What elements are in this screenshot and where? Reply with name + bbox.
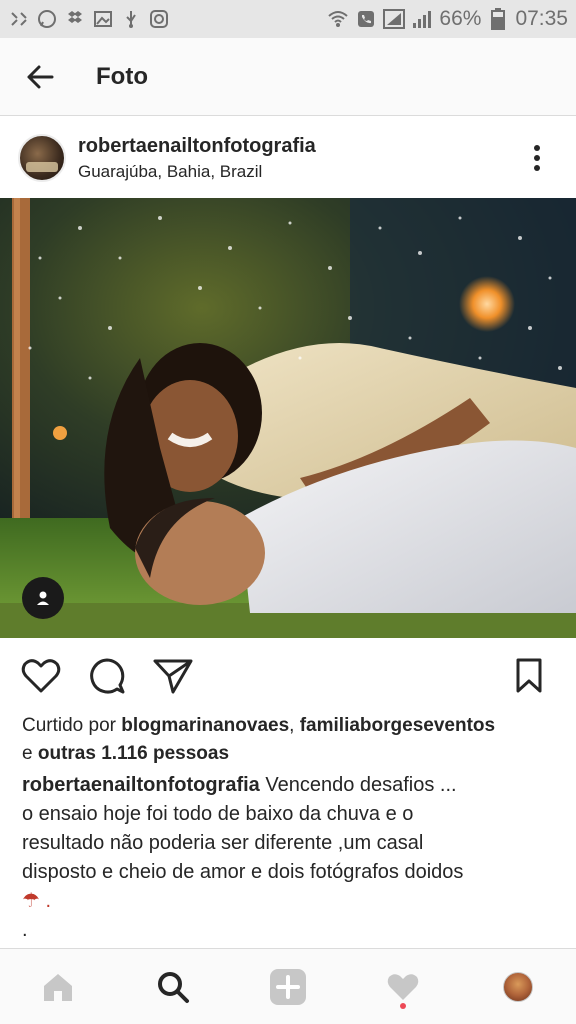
liker-link-2[interactable]: familiaborgeseventos — [300, 715, 495, 736]
likes-separator: , — [289, 715, 300, 736]
likes-prefix: Curtido por — [22, 715, 122, 736]
tagged-people-button[interactable] — [22, 577, 64, 619]
photo-illustration — [0, 198, 576, 638]
signal-box-icon — [383, 8, 406, 30]
location-link[interactable]: Guarajúba, Bahia, Brazil — [78, 162, 316, 182]
post-user-info: robertaenailtonfotografia Guarajúba, Bah… — [78, 135, 316, 182]
dropbox-icon — [64, 8, 86, 30]
system-status: 66% 07:35 — [327, 7, 568, 31]
nav-activity[interactable] — [373, 957, 433, 1017]
person-icon — [37, 591, 49, 605]
avatar[interactable] — [18, 134, 66, 182]
app-notification-icon — [8, 8, 30, 30]
call-icon — [355, 8, 377, 30]
more-options-button[interactable] — [512, 128, 562, 188]
likes-summary: Curtido por blogmarinanovaes, familiabor… — [22, 712, 562, 768]
caption-line-4: disposto e cheio de amor e dois fotógraf… — [22, 861, 464, 883]
caption-line-6: . — [22, 919, 28, 941]
caption-line-3: resultado não poderia ser diferente ,um … — [22, 832, 424, 854]
usb-icon — [120, 8, 142, 30]
status-bar: 66% 07:35 — [0, 0, 576, 38]
nav-profile[interactable] — [488, 957, 548, 1017]
nav-home[interactable] — [28, 957, 88, 1017]
caption-line-5: ☂ . — [22, 890, 52, 912]
save-button[interactable] — [506, 653, 552, 699]
notification-icons — [8, 8, 170, 30]
comment-button[interactable] — [84, 653, 130, 699]
signal-icon — [411, 8, 433, 30]
heart-icon — [387, 973, 419, 1000]
post-actions — [0, 645, 576, 707]
caption-line-2: o ensaio hoje foi todo de baixo da chuva… — [22, 803, 414, 825]
caption-text-1: Vencendo desafios ... — [259, 774, 457, 796]
caption-username-link[interactable]: robertaenailtonfotografia — [22, 774, 260, 796]
arrow-left-icon — [27, 65, 54, 88]
home-icon — [43, 973, 72, 1001]
page-title: Foto — [96, 62, 148, 90]
username-link[interactable]: robertaenailtonfotografia — [78, 135, 316, 158]
heart-outline-icon — [21, 659, 61, 693]
wifi-icon — [327, 8, 349, 30]
caption-line-1: robertaenailtonfotografia Vencendo desaf… — [22, 771, 562, 800]
profile-avatar — [503, 971, 534, 1002]
instagram-icon — [148, 8, 170, 30]
likes-conj: e — [22, 743, 38, 764]
share-button[interactable] — [150, 653, 196, 699]
bottom-navigation — [0, 948, 576, 1024]
post-caption: robertaenailtonfotografia Vencendo desaf… — [22, 771, 562, 945]
battery-percent: 66% — [439, 7, 482, 30]
like-button[interactable] — [18, 653, 64, 699]
nav-search[interactable] — [143, 957, 203, 1017]
plus-square-icon — [269, 968, 306, 1005]
bookmark-icon — [516, 658, 542, 693]
gallery-icon — [92, 8, 114, 30]
nav-add-post[interactable] — [258, 957, 318, 1017]
post-photo[interactable] — [0, 198, 576, 638]
paper-plane-icon — [153, 659, 193, 694]
search-icon — [157, 971, 189, 1003]
battery-icon — [487, 8, 509, 30]
app-header: Foto — [0, 38, 576, 116]
liker-link-1[interactable]: blogmarinanovaes — [121, 715, 289, 736]
notification-dot — [400, 1002, 407, 1009]
clock: 07:35 — [515, 7, 568, 30]
back-button[interactable] — [0, 38, 80, 116]
post-header: robertaenailtonfotografia Guarajúba, Bah… — [0, 118, 576, 198]
vertical-dots-icon — [534, 145, 540, 171]
speech-bubble-icon — [90, 658, 125, 694]
whatsapp-icon — [36, 8, 58, 30]
others-likes-link[interactable]: outras 1.116 pessoas — [38, 743, 229, 764]
